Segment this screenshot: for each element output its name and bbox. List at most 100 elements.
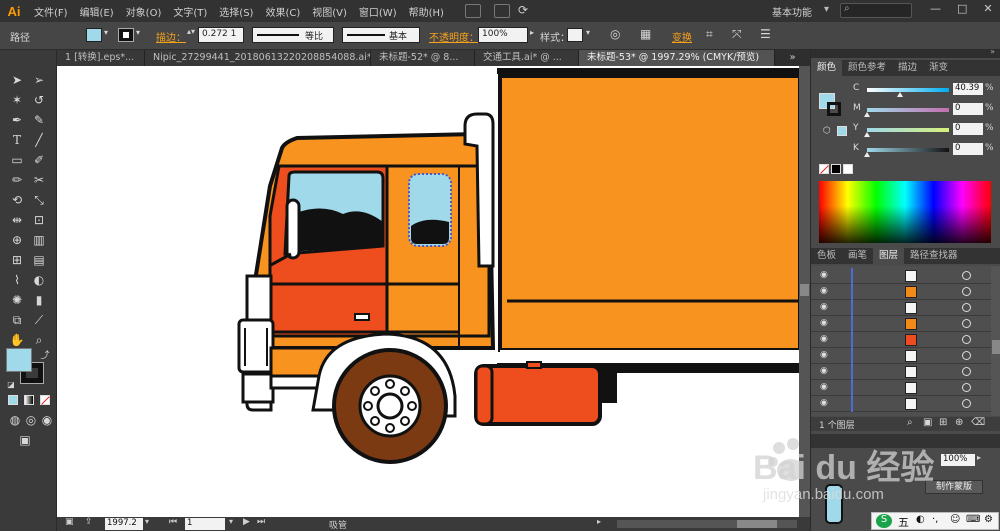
layer-target-icon[interactable] xyxy=(962,399,971,408)
ime-logo-icon[interactable]: S xyxy=(876,514,892,528)
menu-view[interactable]: 视图(V) xyxy=(306,4,353,19)
paintbrush-tool-icon[interactable]: ✐ xyxy=(30,152,48,168)
opacity-field[interactable]: 100% xyxy=(478,27,528,43)
new-layer-icon[interactable]: ⊕ xyxy=(955,417,963,428)
black-value-field[interactable]: 0 xyxy=(953,143,983,155)
color-mode-icon[interactable] xyxy=(8,395,18,405)
graphic-style-swatch[interactable] xyxy=(567,28,583,42)
transparency-dropdown-icon[interactable]: ▸ xyxy=(977,453,981,462)
visibility-eye-icon[interactable]: ◉ xyxy=(820,318,828,328)
close-button[interactable]: ✕ xyxy=(983,2,992,15)
stroke-weight-stepper[interactable]: ▴▾ xyxy=(187,27,195,36)
default-colors-icon[interactable]: ◪ xyxy=(2,376,20,392)
pen-tool-icon[interactable]: ✒ xyxy=(8,112,26,128)
scale-tool-icon[interactable]: ⤡ xyxy=(30,192,48,208)
layer-row[interactable]: ◉ xyxy=(811,348,991,364)
column-graph-tool-icon[interactable]: ▮ xyxy=(30,292,48,308)
menu-window[interactable]: 窗口(W) xyxy=(353,4,403,19)
first-artboard-icon[interactable]: ⏮ xyxy=(169,517,177,527)
black-slider-knob[interactable] xyxy=(864,152,870,157)
workspace-switcher[interactable]: 基本功能 xyxy=(772,4,812,19)
layer-row[interactable]: ◉ xyxy=(811,300,991,316)
layer-row[interactable]: ◉ xyxy=(811,316,991,332)
arrange-documents-icon[interactable] xyxy=(494,4,510,18)
pencil-tool-icon[interactable]: ✏ xyxy=(8,172,26,188)
tab-color[interactable]: 颜色 xyxy=(811,60,843,76)
layer-row[interactable]: ◉ xyxy=(811,284,991,300)
clipping-mask-icon[interactable]: ▣ xyxy=(923,417,932,428)
share-icon[interactable]: ⇪ xyxy=(85,517,93,527)
black-color-icon[interactable] xyxy=(831,164,841,174)
symbol-sprayer-tool-icon[interactable]: ✺ xyxy=(8,292,26,308)
status-menu-icon[interactable]: ▸ xyxy=(597,517,601,526)
cyan-slider-knob[interactable] xyxy=(896,92,903,97)
fill-color-box-front[interactable] xyxy=(6,348,32,372)
visibility-eye-icon[interactable]: ◉ xyxy=(820,302,828,312)
layer-row[interactable]: ◉ xyxy=(811,396,991,412)
artboard-dropdown-icon[interactable]: ▾ xyxy=(229,517,233,526)
tab-color-guide[interactable]: 颜色参考 xyxy=(842,60,892,76)
control-bar-menu-icon[interactable]: ☰ xyxy=(760,27,771,41)
transparency-opacity-field[interactable]: 100% xyxy=(941,454,975,466)
tab-pathfinder[interactable]: 路径查找器 xyxy=(904,248,964,264)
layer-target-icon[interactable] xyxy=(962,383,971,392)
blend-tool-icon[interactable]: ◐ xyxy=(30,272,48,288)
variable-width-profile[interactable]: 等比 xyxy=(252,27,334,43)
ime-symbol-icon[interactable]: ·, xyxy=(932,514,938,525)
menu-edit[interactable]: 编辑(E) xyxy=(74,4,120,19)
layer-row[interactable]: ◉ xyxy=(811,364,991,380)
menu-type[interactable]: 文字(T) xyxy=(167,4,213,19)
gamut-swatch[interactable] xyxy=(837,126,847,136)
recolor-artwork-icon[interactable]: ◎ xyxy=(610,27,620,41)
bridge-icon[interactable] xyxy=(465,4,481,18)
ime-mode[interactable]: 五 xyxy=(898,514,909,530)
scissors-tool-icon[interactable]: ✂ xyxy=(30,172,48,188)
lasso-tool-icon[interactable]: ↺ xyxy=(30,92,48,108)
artboard-canvas[interactable] xyxy=(57,66,810,517)
artboard-tool-icon[interactable]: ⧉ xyxy=(8,312,26,328)
black-slider-track[interactable] xyxy=(867,148,949,152)
maximize-button[interactable]: □ xyxy=(957,2,967,15)
slice-tool-icon[interactable]: ⟋ xyxy=(30,312,48,328)
visibility-eye-icon[interactable]: ◉ xyxy=(820,366,828,376)
gpu-performance-icon[interactable]: ⟳ xyxy=(518,3,528,17)
tab-document-1[interactable]: 1 [转换].eps*... xyxy=(57,50,145,66)
next-artboard-icon[interactable]: ▶ xyxy=(243,517,250,527)
cyan-value-field[interactable]: 40.39 xyxy=(953,83,983,95)
collapse-dock-icon[interactable]: » xyxy=(990,47,995,56)
color-spectrum[interactable] xyxy=(819,181,991,243)
tab-gradient[interactable]: 渐变 xyxy=(923,60,954,76)
layer-target-icon[interactable] xyxy=(962,303,971,312)
magenta-slider-track[interactable] xyxy=(867,108,949,112)
hand-tool-icon[interactable]: ✋ xyxy=(8,332,26,348)
vertical-scrollbar-thumb[interactable] xyxy=(800,284,809,296)
layer-target-icon[interactable] xyxy=(962,287,971,296)
chart-tool-icon[interactable]: ▥ xyxy=(30,232,48,248)
layer-target-icon[interactable] xyxy=(962,271,971,280)
stroke-weight-field[interactable]: 0.272 1 xyxy=(198,27,244,43)
ime-settings-icon[interactable]: ⚙ xyxy=(984,514,993,525)
tab-document-3[interactable]: 未标题-52* @ 8... xyxy=(371,50,475,66)
selection-tool-icon[interactable]: ➤ xyxy=(8,72,26,88)
tab-swatches[interactable]: 色板 xyxy=(811,248,842,264)
eyedropper-tool-icon[interactable]: ⌇ xyxy=(8,272,26,288)
horizontal-scrollbar[interactable] xyxy=(617,520,797,528)
none-color-icon[interactable] xyxy=(819,164,829,174)
layer-row[interactable]: ◉ xyxy=(811,380,991,396)
visibility-eye-icon[interactable]: ◉ xyxy=(820,350,828,360)
ime-keyboard-icon[interactable]: ⌨ xyxy=(966,514,980,525)
magic-wand-tool-icon[interactable]: ✶ xyxy=(8,92,26,108)
layer-row[interactable]: ◉ xyxy=(811,268,991,284)
line-tool-icon[interactable]: ╱ xyxy=(30,132,48,148)
tab-document-active[interactable]: 未标题-53* @ 1997.29% (CMYK/预览) xyxy=(579,50,775,66)
more-tabs-icon[interactable]: » xyxy=(775,50,810,66)
layer-row[interactable]: ◉ xyxy=(811,332,991,348)
menu-effect[interactable]: 效果(C) xyxy=(259,4,306,19)
fill-dropdown-icon[interactable]: ▾ xyxy=(104,28,108,37)
select-similar-icon[interactable]: ⤧ xyxy=(732,27,742,42)
gradient-tool-icon[interactable]: ▤ xyxy=(30,252,48,268)
shape-builder-tool-icon[interactable]: ⊕ xyxy=(8,232,26,248)
width-tool-icon[interactable]: ⇹ xyxy=(8,212,26,228)
zoom-dropdown-icon[interactable]: ▾ xyxy=(145,517,149,526)
last-artboard-icon[interactable]: ⏭ xyxy=(257,517,265,527)
